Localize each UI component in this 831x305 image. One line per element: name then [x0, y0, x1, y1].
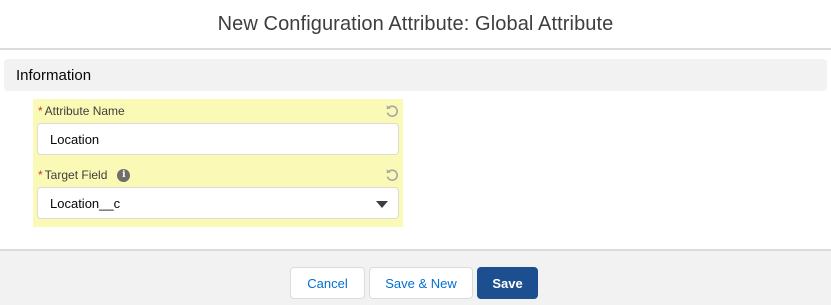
target-field-select[interactable]: Location__c	[37, 187, 399, 219]
modal-header: New Configuration Attribute: Global Attr…	[0, 0, 831, 50]
save-new-button[interactable]: Save & New	[369, 267, 473, 299]
undo-icon[interactable]	[385, 104, 399, 118]
target-field-label-text: Target Field	[44, 168, 108, 182]
required-marker: *	[38, 104, 43, 118]
changed-fields-block: * Attribute Name * Target Field i Locati…	[33, 99, 403, 227]
target-field-label: * Target Field i	[38, 168, 131, 182]
target-field-selected-value: Location__c	[50, 195, 121, 211]
attribute-name-label: * Attribute Name	[38, 104, 125, 118]
chevron-down-icon	[376, 201, 388, 208]
info-icon[interactable]: i	[117, 168, 131, 182]
attribute-name-input[interactable]	[37, 123, 399, 155]
attribute-name-label-text: Attribute Name	[44, 104, 125, 118]
section-title: Information	[16, 66, 92, 84]
modal-title: New Configuration Attribute: Global Attr…	[217, 12, 614, 35]
cancel-button[interactable]: Cancel	[290, 267, 365, 299]
undo-icon[interactable]	[385, 168, 399, 182]
save-button[interactable]: Save	[477, 267, 538, 299]
required-marker: *	[38, 168, 43, 182]
section-header-information[interactable]: Information	[4, 59, 827, 91]
modal: New Configuration Attribute: Global Attr…	[0, 0, 831, 305]
